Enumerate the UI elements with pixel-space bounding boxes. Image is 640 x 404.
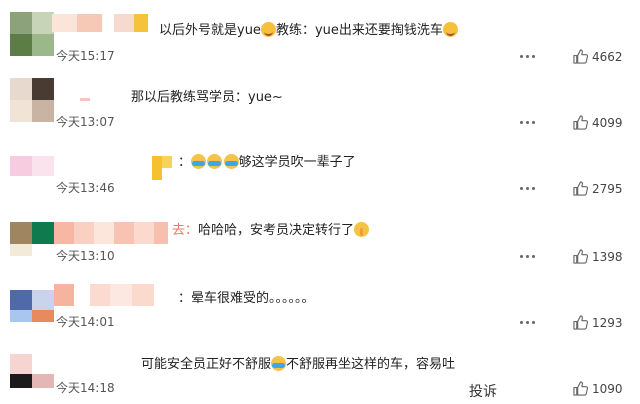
comment-text: 可能安全员正好不舒服 不舒服再坐这样的车，容易吐 [141, 356, 456, 372]
comment-item: 以后外号就是yue 教练：yue出来还要掏钱洗车 今天15:17 4662 [0, 6, 640, 72]
report-button[interactable]: 投诉 [469, 381, 497, 401]
username-blurred[interactable] [80, 98, 90, 101]
thumbs-up-icon [573, 115, 588, 130]
comment-time: 今天13:46 [56, 181, 115, 195]
like-button[interactable]: 1293 [573, 315, 633, 331]
comment-text: 去：哈哈哈，安考员决定转行了 [172, 222, 370, 239]
shush-emoji [354, 222, 370, 237]
comment-item: ： 够这学员吹一辈子了 今天13:46 2795 [0, 138, 640, 204]
comment-item: 可能安全员正好不舒服 不舒服再坐这样的车，容易吐 今天14:18 1090 [0, 338, 640, 404]
comment-time: 今天13:10 [56, 249, 115, 263]
thumbs-up-icon [573, 249, 588, 264]
thumbs-up-icon [573, 49, 588, 64]
thumbs-up-icon [573, 381, 588, 396]
like-button[interactable]: 4662 [573, 49, 633, 65]
more-options-icon[interactable] [520, 321, 538, 325]
comment-time: 今天15:17 [56, 49, 115, 63]
more-options-icon[interactable] [520, 121, 538, 125]
avatar[interactable] [10, 78, 54, 122]
comment-item: 那以后教练骂学员：yue~ 今天13:07 4099 [0, 72, 640, 138]
comment-text: ： 够这学员吹一辈子了 [178, 154, 356, 170]
thumbs-up-icon [573, 181, 588, 196]
like-count: 1398 [592, 250, 623, 264]
like-button[interactable]: 1398 [573, 249, 633, 265]
more-options-icon[interactable] [520, 255, 538, 259]
more-options-icon[interactable] [520, 55, 538, 59]
cry-laugh-emoji [207, 154, 223, 169]
like-button[interactable]: 2795 [573, 181, 633, 197]
cry-laugh-emoji [271, 356, 287, 371]
username-blurred[interactable] [54, 284, 158, 306]
comment-time: 今天14:01 [56, 315, 115, 329]
cry-laugh-emoji [191, 154, 207, 169]
comment-text: 那以后教练骂学员：yue~ [131, 90, 283, 105]
username-blurred[interactable] [54, 222, 174, 244]
username-blurred[interactable] [52, 14, 152, 32]
comment-time: 今天14:18 [56, 381, 115, 395]
avatar[interactable] [10, 12, 54, 56]
avatar[interactable] [10, 344, 54, 388]
comment-text: ：晕车很难受的。。。。。。 [178, 291, 315, 306]
thumbs-up-icon [573, 315, 588, 330]
like-count: 1293 [592, 316, 623, 330]
avatar[interactable] [10, 144, 54, 188]
avatar[interactable] [10, 212, 54, 256]
more-options-icon[interactable] [520, 187, 538, 191]
comment-item: ：晕车很难受的。。。。。。 今天14:01 1293 [0, 272, 640, 338]
like-count: 4099 [592, 116, 623, 130]
cry-laugh-emoji [223, 154, 239, 169]
smile-emoji [260, 22, 276, 37]
avatar[interactable] [10, 278, 54, 322]
like-count: 1090 [592, 382, 623, 396]
comment-item: 去：哈哈哈，安考员决定转行了 今天13:10 1398 [0, 206, 640, 272]
like-count: 2795 [592, 182, 623, 196]
smile-emoji [442, 22, 458, 37]
comment-text: 以后外号就是yue 教练：yue出来还要掏钱洗车 [159, 22, 458, 39]
like-button[interactable]: 4099 [573, 115, 633, 131]
comment-time: 今天13:07 [56, 115, 115, 129]
like-count: 4662 [592, 50, 623, 64]
like-button[interactable]: 1090 [573, 381, 633, 397]
username-blurred[interactable] [152, 156, 172, 180]
